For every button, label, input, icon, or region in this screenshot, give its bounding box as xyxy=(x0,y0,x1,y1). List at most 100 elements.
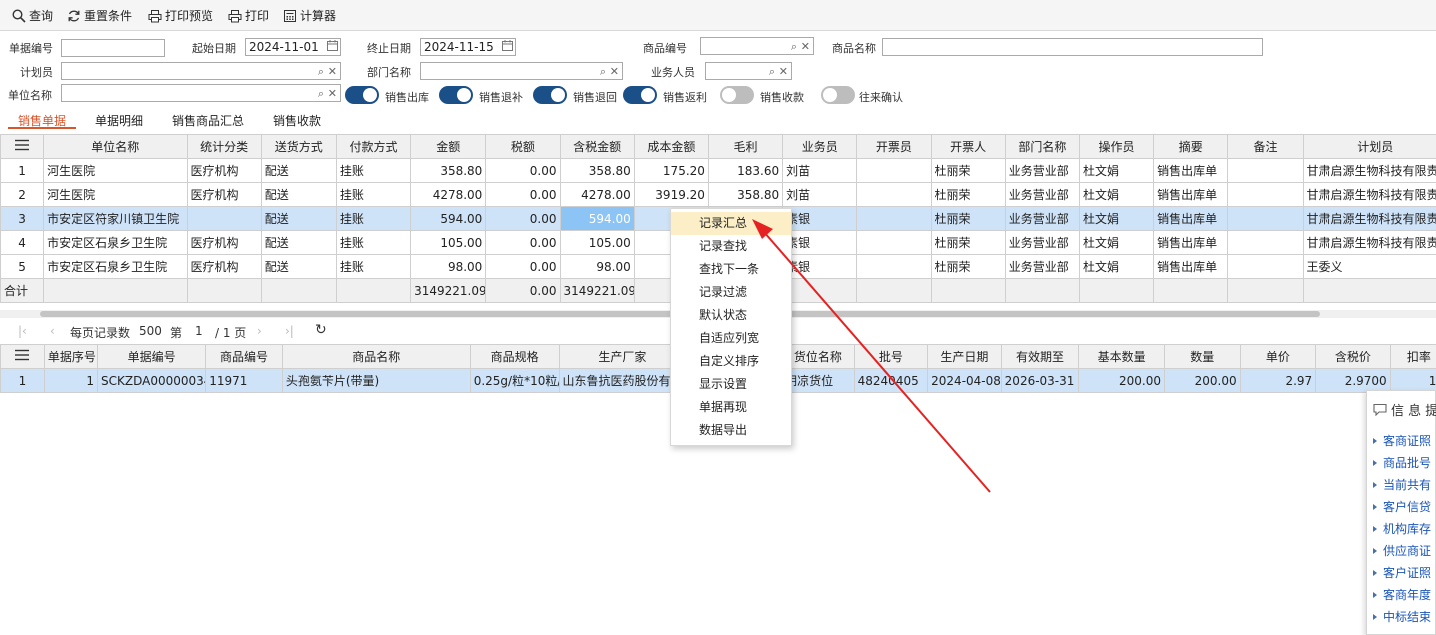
column-header[interactable]: 单据序号 xyxy=(43,344,99,369)
column-header[interactable]: 付款方式 xyxy=(335,134,412,159)
list-icon xyxy=(15,349,30,361)
page-input[interactable]: 1 xyxy=(195,324,203,338)
search-icon[interactable]: ⌕ xyxy=(318,86,324,101)
calendar-icon[interactable] xyxy=(327,40,338,55)
info-link[interactable]: 供应商证 xyxy=(1373,542,1431,559)
column-header[interactable]: 有效期至 xyxy=(1000,344,1080,369)
info-link[interactable]: 客户信贷 xyxy=(1373,498,1431,515)
menu-item-custom-sort[interactable]: 自定义排序 xyxy=(671,350,791,373)
column-header[interactable]: 扣率 xyxy=(1389,344,1436,369)
column-header[interactable]: 计划员 xyxy=(1302,134,1436,159)
menu-item-record-find[interactable]: 记录查找 xyxy=(671,235,791,258)
column-header[interactable]: 批号 xyxy=(853,344,929,369)
clear-icon[interactable]: ✕ xyxy=(328,64,337,79)
column-header[interactable]: 摘要 xyxy=(1153,134,1229,159)
info-link[interactable]: 客商证照 xyxy=(1373,432,1431,449)
table-row[interactable]: 1 河生医院 医疗机构 配送 挂账 358.80 0.00 358.80 175… xyxy=(0,158,1436,183)
print-button[interactable]: 打印 xyxy=(228,7,269,24)
menu-item-default-state[interactable]: 默认状态 xyxy=(671,304,791,327)
print-preview-button[interactable]: 打印预览 xyxy=(148,7,213,24)
start-date-input[interactable]: 2024-11-01 xyxy=(245,38,341,56)
cell: 2024-04-08 xyxy=(927,368,1002,393)
reset-button[interactable]: 重置条件 xyxy=(67,7,132,24)
column-chooser[interactable] xyxy=(0,344,45,369)
column-header[interactable]: 生产厂家 xyxy=(558,344,687,369)
tab-doc-detail[interactable]: 单据明细 xyxy=(95,112,143,129)
next-page-icon[interactable]: › xyxy=(257,324,262,338)
column-header[interactable]: 部门名称 xyxy=(1004,134,1080,159)
search-icon[interactable]: ⌕ xyxy=(791,39,797,54)
column-header[interactable]: 成本金额 xyxy=(633,134,709,159)
prev-page-icon[interactable]: ‹ xyxy=(50,324,55,338)
search-icon[interactable]: ⌕ xyxy=(318,64,324,79)
query-button[interactable]: 查询 xyxy=(12,7,53,24)
focused-cell[interactable]: 594.00 xyxy=(559,206,635,231)
toggle-account-confirm[interactable] xyxy=(821,86,855,104)
end-date-input[interactable]: 2024-11-15 xyxy=(420,38,516,56)
toggle-sales-receipt[interactable] xyxy=(720,86,754,104)
info-link[interactable]: 中标结束 xyxy=(1373,608,1431,625)
column-header[interactable]: 送货方式 xyxy=(260,134,337,159)
table-row[interactable]: 2 河生医院 医疗机构 配送 挂账 4278.00 0.00 4278.00 3… xyxy=(0,182,1436,207)
column-header[interactable]: 含税金额 xyxy=(559,134,635,159)
goods-name-input[interactable] xyxy=(882,38,1263,56)
column-header[interactable]: 商品规格 xyxy=(469,344,560,369)
column-header[interactable]: 操作员 xyxy=(1078,134,1155,159)
info-link[interactable]: 客户证照 xyxy=(1373,564,1431,581)
column-header[interactable]: 含税价 xyxy=(1315,344,1391,369)
info-link[interactable]: 客商年度 xyxy=(1373,586,1431,603)
info-link[interactable]: 商品批号 xyxy=(1373,454,1431,471)
column-header[interactable]: 基本数量 xyxy=(1078,344,1166,369)
column-header[interactable]: 货位名称 xyxy=(781,344,855,369)
column-header[interactable]: 备注 xyxy=(1227,134,1304,159)
info-link[interactable]: 机构库存 xyxy=(1373,520,1431,537)
clear-icon[interactable]: ✕ xyxy=(610,64,619,79)
column-header[interactable]: 开票员 xyxy=(856,134,932,159)
per-page-value[interactable]: 500 xyxy=(139,324,162,338)
calculator-button[interactable]: 计算器 xyxy=(283,7,336,24)
menu-item-find-next[interactable]: 查找下一条 xyxy=(671,258,791,281)
search-icon[interactable]: ⌕ xyxy=(600,64,606,79)
column-header[interactable]: 税额 xyxy=(485,134,561,159)
goods-code-input[interactable]: ⌕ ✕ xyxy=(700,37,814,55)
menu-item-data-export[interactable]: 数据导出 xyxy=(671,419,791,442)
column-header[interactable]: 开票人 xyxy=(930,134,1006,159)
menu-item-doc-replay[interactable]: 单据再现 xyxy=(671,396,791,419)
column-header[interactable]: 商品编号 xyxy=(205,344,283,369)
column-header[interactable]: 生产日期 xyxy=(927,344,1002,369)
menu-item-record-summary[interactable]: 记录汇总 xyxy=(671,212,791,235)
column-header[interactable]: 单位名称 xyxy=(43,134,188,159)
column-chooser[interactable] xyxy=(0,134,45,159)
refresh-icon[interactable]: ↻ xyxy=(315,322,327,338)
column-header[interactable]: 单据编号 xyxy=(96,344,207,369)
column-header[interactable]: 毛利 xyxy=(707,134,784,159)
last-page-icon[interactable]: ›| xyxy=(285,324,294,338)
first-page-icon[interactable]: |‹ xyxy=(18,324,27,338)
calendar-icon[interactable] xyxy=(502,40,513,55)
menu-item-auto-width[interactable]: 自适应列宽 xyxy=(671,327,791,350)
menu-item-record-filter[interactable]: 记录过滤 xyxy=(671,281,791,304)
dept-input[interactable]: ⌕ ✕ xyxy=(420,62,623,80)
column-header[interactable]: 金额 xyxy=(410,134,487,159)
tab-goods-summary[interactable]: 销售商品汇总 xyxy=(172,112,244,129)
column-header[interactable]: 数量 xyxy=(1164,344,1241,369)
column-header[interactable]: 单价 xyxy=(1239,344,1317,369)
info-link[interactable]: 当前共有 xyxy=(1373,476,1431,493)
toggle-sales-rebate[interactable] xyxy=(623,86,657,104)
clear-icon[interactable]: ✕ xyxy=(328,86,337,101)
tab-sales-receipt[interactable]: 销售收款 xyxy=(273,112,321,129)
toggle-sales-supplement[interactable] xyxy=(439,86,473,104)
column-header[interactable]: 统计分类 xyxy=(186,134,262,159)
search-icon[interactable]: ⌕ xyxy=(769,64,775,79)
salesman-input[interactable]: ⌕ ✕ xyxy=(705,62,792,80)
column-header[interactable]: 商品名称 xyxy=(281,344,471,369)
clear-icon[interactable]: ✕ xyxy=(779,64,788,79)
doc-no-input[interactable] xyxy=(61,39,165,57)
planner-input[interactable]: ⌕ ✕ xyxy=(61,62,341,80)
column-header[interactable]: 业务员 xyxy=(782,134,858,159)
toggle-sales-out[interactable] xyxy=(345,86,379,104)
clear-icon[interactable]: ✕ xyxy=(801,39,810,54)
menu-item-display-settings[interactable]: 显示设置 xyxy=(671,373,791,396)
toggle-sales-return[interactable] xyxy=(533,86,567,104)
unit-input[interactable]: ⌕ ✕ xyxy=(61,84,341,102)
